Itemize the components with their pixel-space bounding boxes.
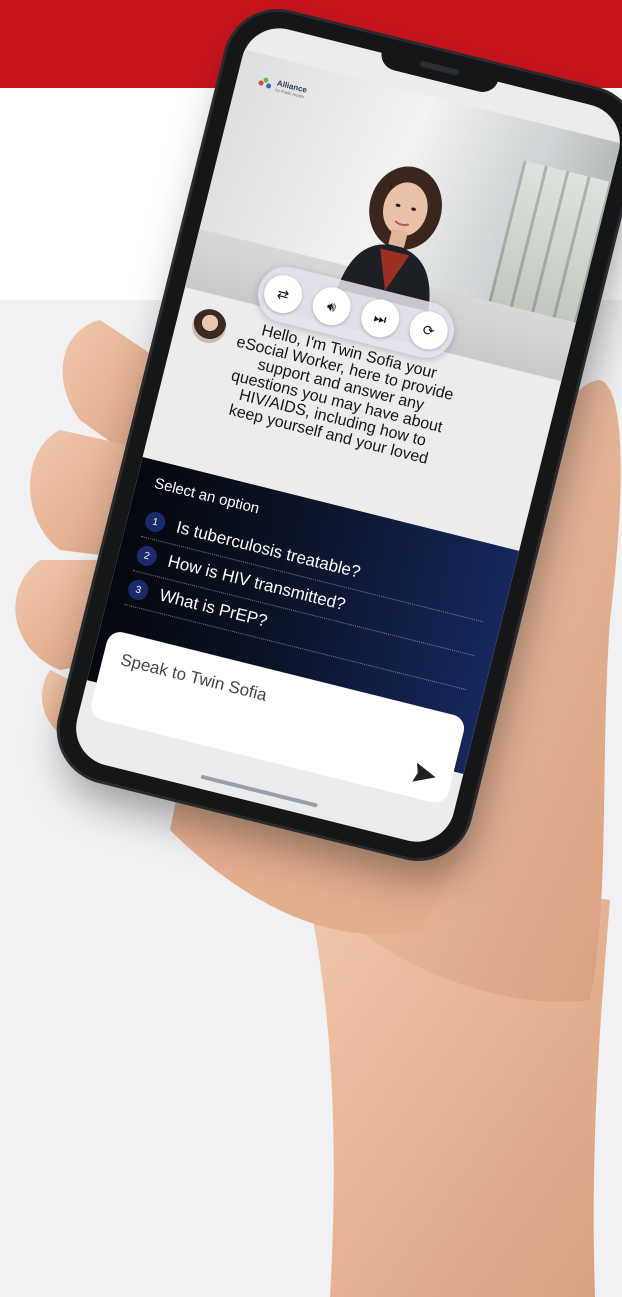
refresh-icon[interactable]: ⟳ xyxy=(405,307,452,354)
repeat-icon[interactable]: ⇄ xyxy=(260,271,307,318)
home-indicator[interactable] xyxy=(200,774,318,808)
send-icon[interactable] xyxy=(409,759,441,791)
option-number: 3 xyxy=(126,577,151,602)
earpiece-speaker xyxy=(419,60,460,76)
volume-icon[interactable]: 🔊︎ xyxy=(308,283,355,330)
skip-icon[interactable]: ⏭︎ xyxy=(357,295,404,342)
option-number: 2 xyxy=(134,543,159,569)
assistant-avatar xyxy=(188,305,230,347)
alliance-logo-icon xyxy=(258,75,274,90)
option-number: 1 xyxy=(143,509,168,535)
alliance-logo: Alliance for Public Health xyxy=(257,74,308,99)
